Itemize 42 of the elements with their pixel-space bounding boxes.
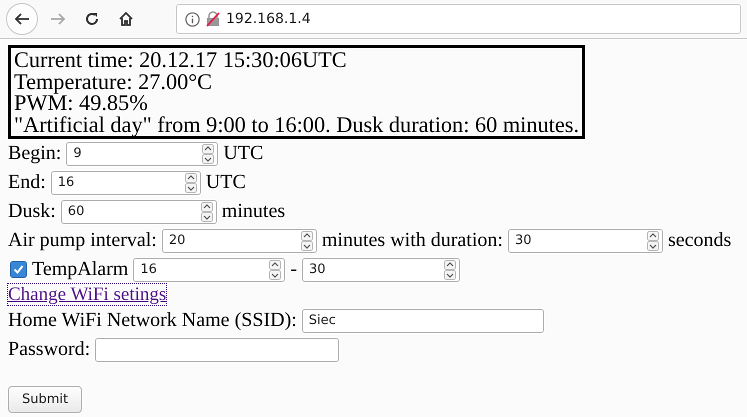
number-field[interactable]: 30 <box>508 228 663 252</box>
checkbox[interactable] <box>10 261 27 278</box>
number-field[interactable]: 16 <box>50 170 201 194</box>
field-label: UTC <box>223 142 264 165</box>
address-bar[interactable]: 192.168.1.4 <box>176 4 741 34</box>
field-label: Dusk: <box>8 200 56 223</box>
field-label: TempAlarm <box>32 258 128 281</box>
back-button[interactable] <box>6 3 38 35</box>
number-field[interactable]: 30 <box>302 258 460 282</box>
field-label: Password: <box>8 338 90 361</box>
field-label: minutes <box>222 200 286 223</box>
status-line: Current time: 20.12.17 15:30:06UTC <box>14 49 348 70</box>
field-label: End: <box>8 171 46 194</box>
spinner-icon[interactable] <box>269 260 282 280</box>
checkmark-icon <box>13 264 24 275</box>
spinner-icon[interactable] <box>646 230 659 250</box>
spinner-icon[interactable] <box>202 144 214 164</box>
submit-button[interactable]: Submit <box>8 386 82 413</box>
field-label: Home WiFi Network Name (SSID): <box>8 309 297 332</box>
field-label: minutes with duration: <box>322 229 503 252</box>
field-label: Air pump interval: <box>8 229 157 252</box>
spinner-icon[interactable] <box>184 172 197 192</box>
insecure-lock-icon[interactable] <box>206 11 220 27</box>
field-label: UTC <box>206 171 246 194</box>
home-icon <box>118 11 134 27</box>
field-label: Begin: <box>8 142 62 165</box>
field-label: seconds <box>668 229 732 252</box>
number-field[interactable]: 9 <box>66 142 218 166</box>
number-field[interactable]: 20 <box>162 228 317 252</box>
range-separator: - <box>290 258 298 281</box>
reload-icon <box>84 11 100 27</box>
status-line: Temperature: 27.00°C <box>14 70 214 92</box>
number-field[interactable]: 16 <box>133 258 286 282</box>
status-line: "Artificial day" from 9:00 to 16:00. Dusk duration: 60 minutes. <box>14 114 580 135</box>
text-field[interactable] <box>95 338 340 362</box>
wifi-settings-link[interactable]: Change WiFi setings <box>8 284 166 305</box>
spinner-icon[interactable] <box>444 260 456 280</box>
info-icon[interactable] <box>185 12 200 26</box>
spinner-icon[interactable] <box>300 230 313 250</box>
text-field[interactable]: Siec <box>302 308 544 332</box>
number-field[interactable]: 60 <box>60 200 217 224</box>
spinner-icon[interactable] <box>200 202 213 222</box>
